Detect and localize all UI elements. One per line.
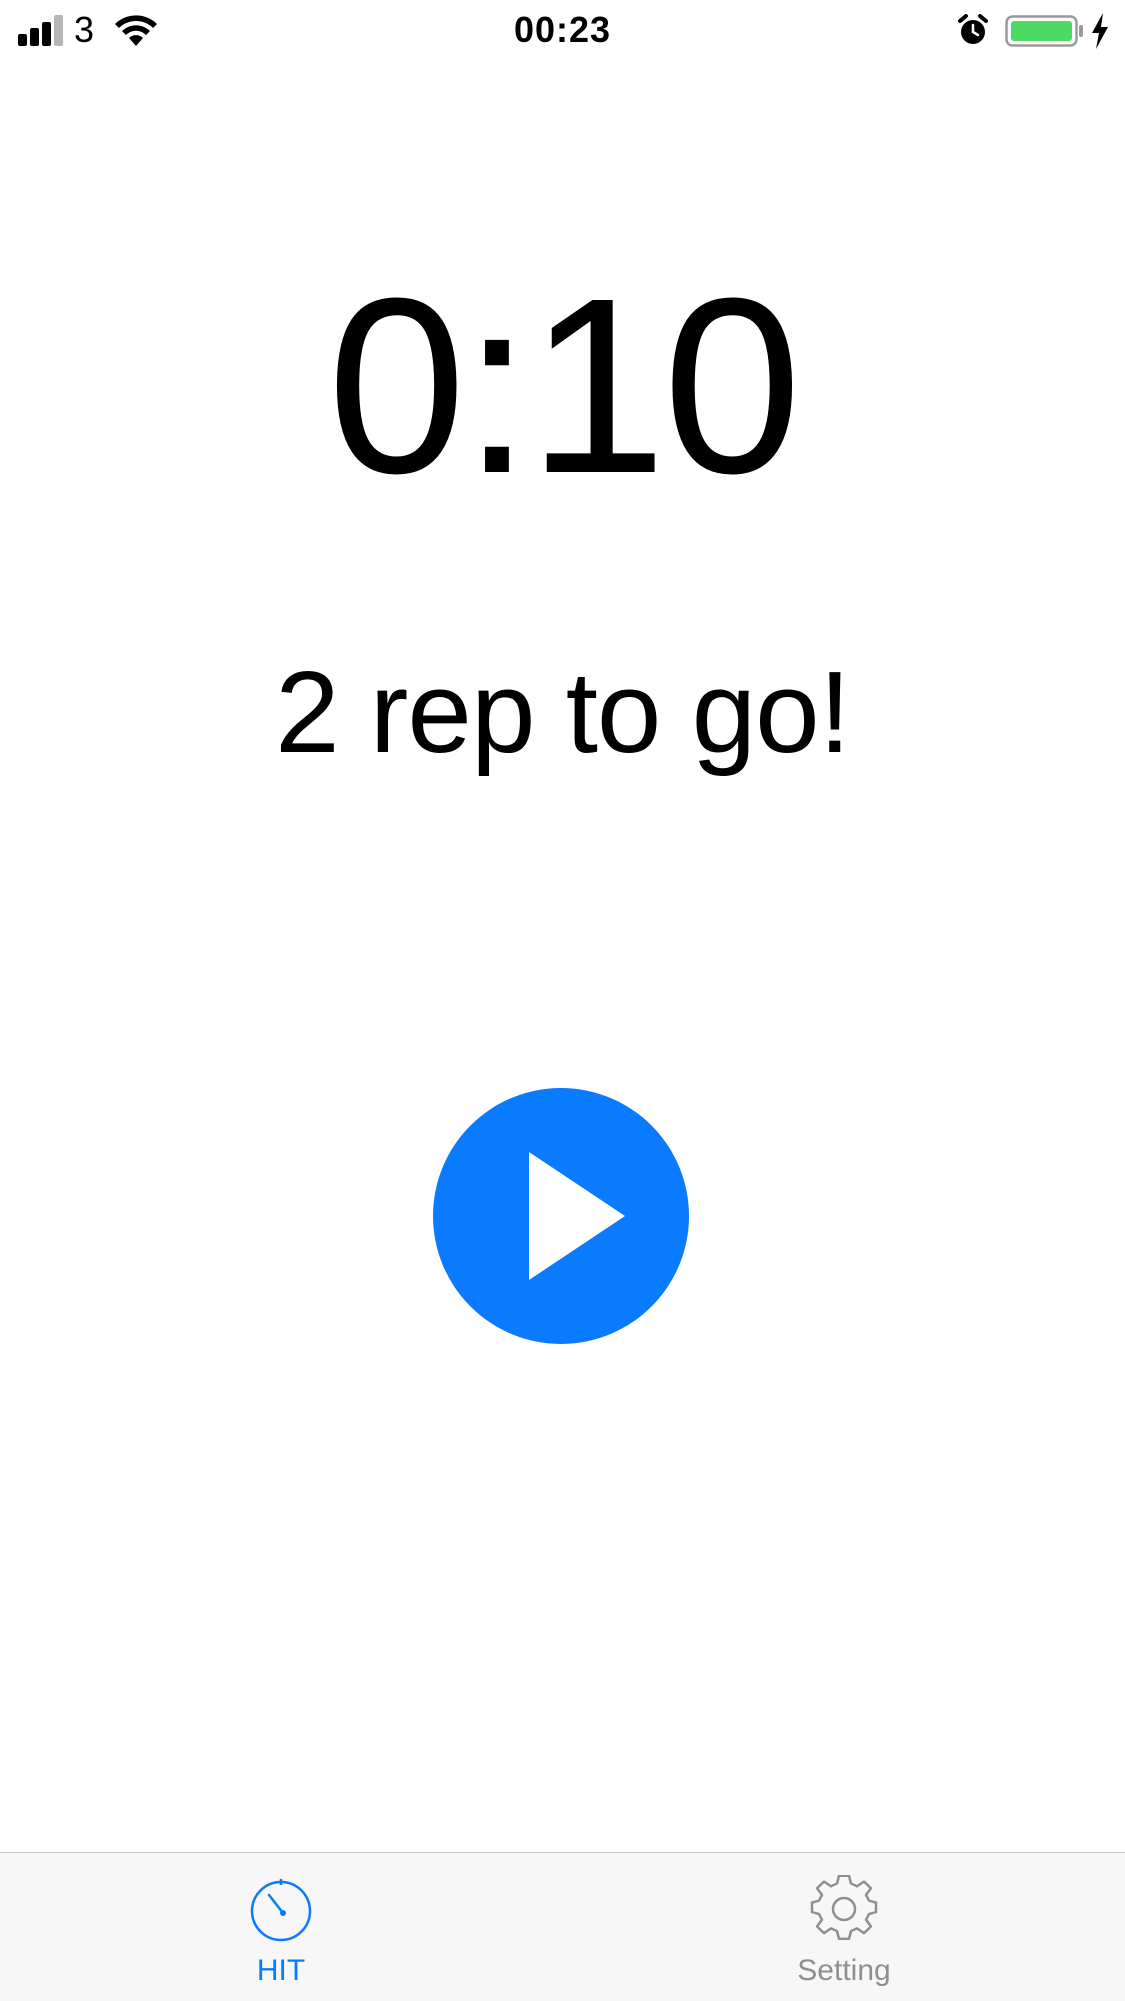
stopwatch-icon bbox=[250, 1879, 312, 1942]
battery-icon bbox=[1005, 15, 1083, 47]
timer-display: 0:10 bbox=[327, 246, 802, 525]
tab-setting[interactable]: Setting bbox=[694, 1853, 994, 2001]
reps-remaining-label: 2 rep to go! bbox=[275, 647, 851, 777]
status-bar: 3 00:23 bbox=[0, 0, 1125, 62]
app-screen: 3 00:23 0:10 2 rep to go! HIT Setting bbox=[0, 0, 1125, 2001]
alarm-clock-icon bbox=[958, 14, 988, 44]
gear-icon bbox=[810, 1875, 878, 1941]
play-icon bbox=[529, 1152, 625, 1280]
charging-bolt-icon bbox=[1092, 13, 1108, 49]
tab-hit-label: HIT bbox=[256, 1954, 306, 1987]
tab-bar: HIT Setting bbox=[0, 1852, 1125, 2001]
tab-hit[interactable]: HIT bbox=[131, 1853, 431, 2001]
play-button[interactable] bbox=[433, 1088, 689, 1344]
tab-setting-label: Setting bbox=[797, 1954, 891, 1987]
